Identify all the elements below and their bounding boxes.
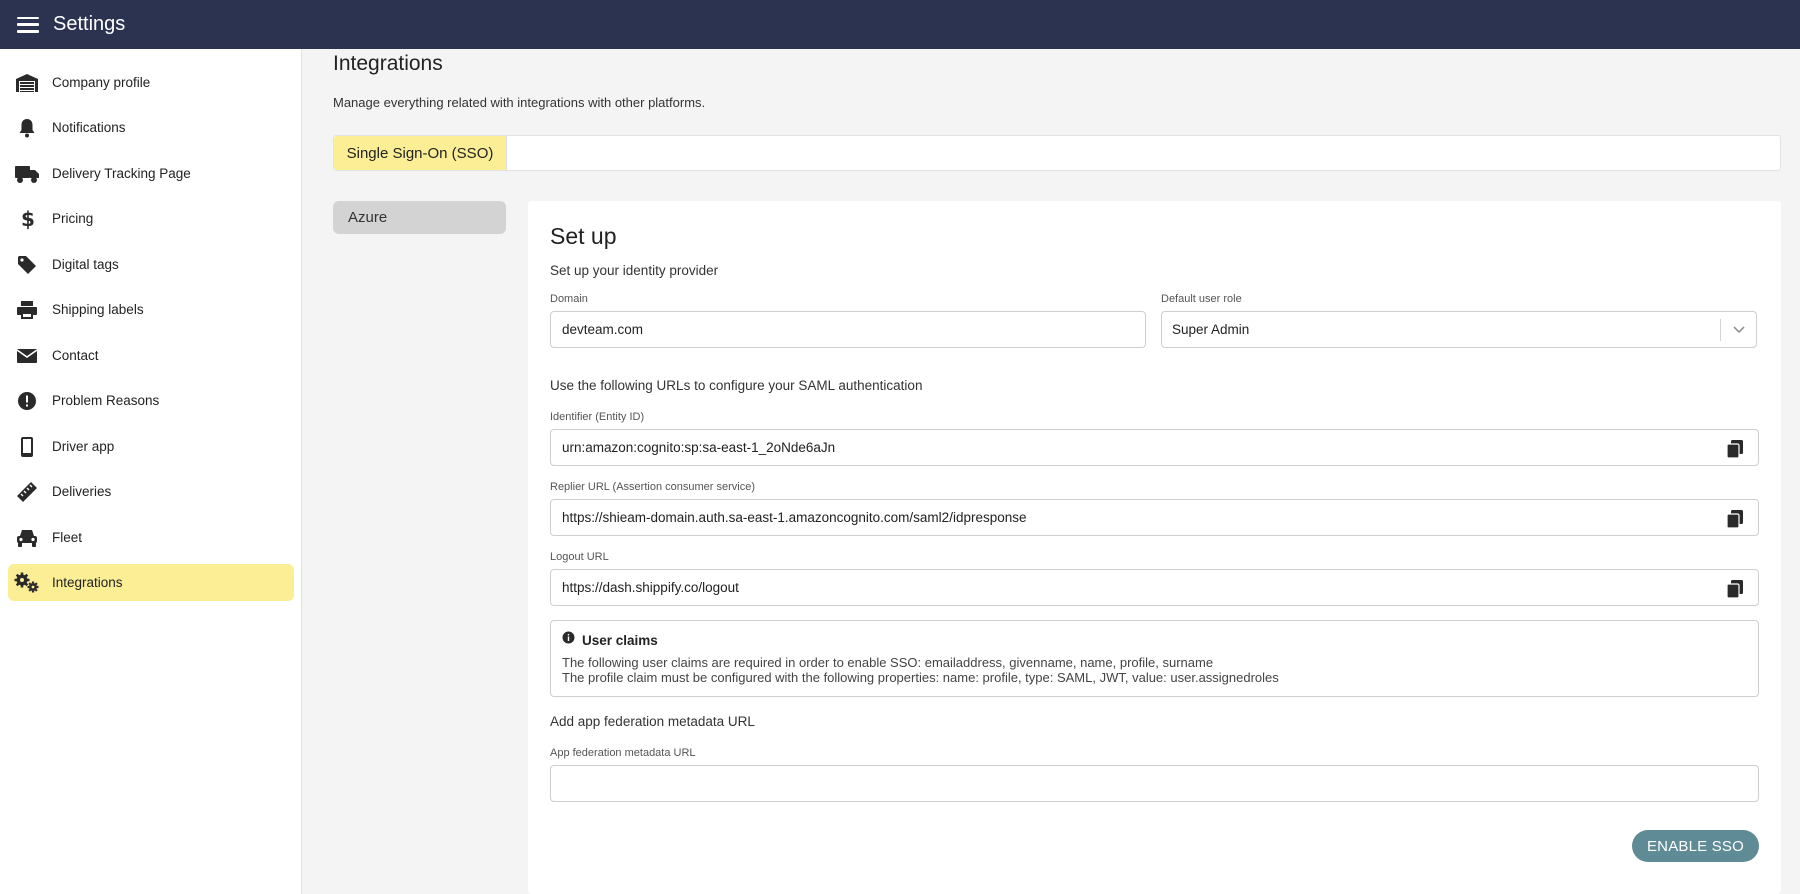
svg-text:$: $ xyxy=(21,208,34,230)
user-claims-title: User claims xyxy=(582,632,658,648)
integration-tabs: Single Sign-On (SSO) xyxy=(333,135,1781,171)
hamburger-icon[interactable] xyxy=(17,16,39,34)
metadata-url-label: App federation metadata URL xyxy=(550,747,696,759)
sidebar-item-pricing[interactable]: $ Pricing xyxy=(8,200,294,237)
page-description: Manage everything related with integrati… xyxy=(333,95,706,110)
provider-item-azure[interactable]: Azure xyxy=(333,201,506,234)
sidebar-item-label: Fleet xyxy=(52,530,83,545)
copy-icon[interactable] xyxy=(1724,508,1746,530)
setup-card: Set up Set up your identity provider Dom… xyxy=(528,201,1781,894)
sidebar-item-label: Digital tags xyxy=(52,257,119,272)
sidebar-item-deliveries[interactable]: Deliveries xyxy=(8,473,294,510)
sidebar-item-digital-tags[interactable]: Digital tags xyxy=(8,246,294,283)
domain-label: Domain xyxy=(550,293,588,305)
identifier-value: urn:amazon:cognito:sp:sa-east-1_2oNde6aJ… xyxy=(562,440,836,455)
ruler-icon xyxy=(8,481,46,503)
logout-url-value: https://dash.shippify.co/logout xyxy=(562,580,739,595)
domain-input[interactable]: devteam.com xyxy=(550,311,1146,348)
sidebar-item-label: Shipping labels xyxy=(52,302,144,317)
exclamation-circle-icon xyxy=(8,391,46,411)
sidebar-item-integrations[interactable]: Integrations xyxy=(8,564,294,601)
sidebar-item-label: Pricing xyxy=(52,211,94,226)
sidebar-item-fleet[interactable]: Fleet xyxy=(8,519,294,556)
bell-icon xyxy=(8,118,46,138)
replier-url-label: Replier URL (Assertion consumer service) xyxy=(550,481,755,493)
page-title: Integrations xyxy=(333,52,443,75)
sidebar-item-company-profile[interactable]: Company profile xyxy=(8,64,294,101)
default-role-select[interactable]: Super Admin xyxy=(1161,311,1757,348)
mobile-icon xyxy=(8,436,46,458)
car-icon xyxy=(8,528,46,548)
sidebar-item-shipping-labels[interactable]: Shipping labels xyxy=(8,291,294,328)
sidebar-item-problem-reasons[interactable]: Problem Reasons xyxy=(8,382,294,419)
sidebar-item-label: Integrations xyxy=(52,575,123,590)
enable-sso-button[interactable]: ENABLE SSO xyxy=(1632,830,1759,862)
sidebar-item-notifications[interactable]: Notifications xyxy=(8,109,294,146)
sidebar-item-label: Contact xyxy=(52,348,99,363)
sidebar-item-contact[interactable]: Contact xyxy=(8,337,294,374)
identifier-field: urn:amazon:cognito:sp:sa-east-1_2oNde6aJ… xyxy=(550,429,1759,466)
tag-icon xyxy=(8,255,46,275)
sidebar-item-driver-app[interactable]: Driver app xyxy=(8,428,294,465)
replier-url-value: https://shieam-domain.auth.sa-east-1.ama… xyxy=(562,510,1027,525)
user-claims-line: The profile claim must be configured wit… xyxy=(562,670,1279,685)
top-bar: Settings xyxy=(0,0,1800,49)
user-claims-line: The following user claims are required i… xyxy=(562,655,1214,670)
sidebar-item-delivery-tracking-page[interactable]: Delivery Tracking Page xyxy=(8,155,294,192)
sidebar-item-label: Delivery Tracking Page xyxy=(52,166,191,181)
dollar-icon: $ xyxy=(8,208,46,230)
truck-icon xyxy=(8,164,46,184)
logout-url-field: https://dash.shippify.co/logout xyxy=(550,569,1759,606)
setup-title: Set up xyxy=(550,223,617,249)
user-claims-header: User claims xyxy=(562,631,658,649)
metadata-url-input[interactable] xyxy=(550,765,1759,802)
info-icon xyxy=(562,631,575,649)
sidebar-item-label: Deliveries xyxy=(52,484,112,499)
default-role-value: Super Admin xyxy=(1172,322,1250,337)
sidebar: Company profile Notifications Delivery T… xyxy=(0,49,302,894)
tab-single-sign-on[interactable]: Single Sign-On (SSO) xyxy=(334,136,507,170)
envelope-icon xyxy=(8,347,46,365)
gears-icon xyxy=(8,572,46,594)
sidebar-item-label: Driver app xyxy=(52,439,115,454)
metadata-heading: Add app federation metadata URL xyxy=(550,714,755,729)
setup-subtitle: Set up your identity provider xyxy=(550,263,719,278)
copy-icon[interactable] xyxy=(1724,438,1746,460)
sidebar-item-label: Problem Reasons xyxy=(52,393,160,408)
identifier-label: Identifier (Entity ID) xyxy=(550,411,645,423)
main-content: Integrations Manage everything related w… xyxy=(303,49,1800,894)
printer-icon xyxy=(8,300,46,320)
user-claims-box: User claims The following user claims ar… xyxy=(550,620,1759,697)
garage-icon xyxy=(8,73,46,93)
chevron-down-icon[interactable] xyxy=(1720,319,1756,341)
sidebar-item-label: Notifications xyxy=(52,120,126,135)
default-role-label: Default user role xyxy=(1161,293,1242,305)
logout-url-label: Logout URL xyxy=(550,551,609,563)
replier-url-field: https://shieam-domain.auth.sa-east-1.ama… xyxy=(550,499,1759,536)
copy-icon[interactable] xyxy=(1724,578,1746,600)
sidebar-item-label: Company profile xyxy=(52,75,151,90)
app-title: Settings xyxy=(53,13,126,35)
saml-urls-heading: Use the following URLs to configure your… xyxy=(550,378,923,393)
